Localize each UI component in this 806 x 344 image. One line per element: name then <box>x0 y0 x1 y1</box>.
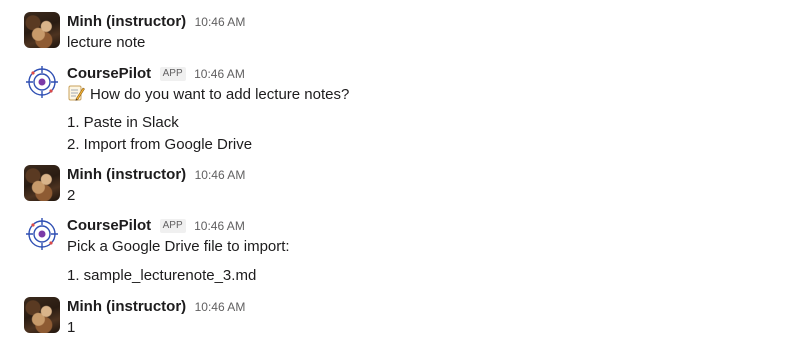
memo-icon <box>67 84 85 102</box>
author-name[interactable]: CoursePilot <box>67 217 151 234</box>
app-badge: APP <box>159 219 186 233</box>
option-item: 2. Import from Google Drive <box>67 136 253 153</box>
option-item: 1. sample_lecturenote_3.md <box>67 267 257 284</box>
message-text-content: How do you want to add lecture notes? <box>90 86 350 103</box>
user-avatar[interactable] <box>24 12 60 48</box>
message-header: Minh (instructor) 10:46 AM <box>67 12 245 32</box>
message-timestamp[interactable]: 10:46 AM <box>195 300 246 314</box>
author-name[interactable]: Minh (instructor) <box>67 13 186 30</box>
message-header: CoursePilot APP 10:46 AM <box>67 216 245 236</box>
coursepilot-logo-icon <box>26 218 58 250</box>
author-name[interactable]: Minh (instructor) <box>67 166 186 183</box>
author-name[interactable]: CoursePilot <box>67 65 151 82</box>
bot-avatar[interactable] <box>24 216 60 252</box>
message-header: Minh (instructor) 10:46 AM <box>67 297 245 317</box>
user-avatar[interactable] <box>24 165 60 201</box>
message-timestamp[interactable]: 10:46 AM <box>195 15 246 29</box>
message-header: CoursePilot APP 10:46 AM <box>67 64 245 84</box>
message-text: lecture note <box>67 34 146 51</box>
message-timestamp[interactable]: 10:46 AM <box>195 168 246 182</box>
message-timestamp[interactable]: 10:46 AM <box>194 67 245 81</box>
message-text: How do you want to add lecture notes? <box>67 84 349 106</box>
message-text: 1 <box>67 319 76 336</box>
message-text: 2 <box>67 187 76 204</box>
app-badge: APP <box>159 67 186 81</box>
coursepilot-logo-icon <box>26 66 58 98</box>
author-name[interactable]: Minh (instructor) <box>67 298 186 315</box>
message-header: Minh (instructor) 10:46 AM <box>67 165 245 185</box>
message-timestamp[interactable]: 10:46 AM <box>194 219 245 233</box>
user-avatar[interactable] <box>24 297 60 333</box>
message-text: Pick a Google Drive file to import: <box>67 238 290 255</box>
bot-avatar[interactable] <box>24 64 60 100</box>
option-item: 1. Paste in Slack <box>67 114 179 131</box>
